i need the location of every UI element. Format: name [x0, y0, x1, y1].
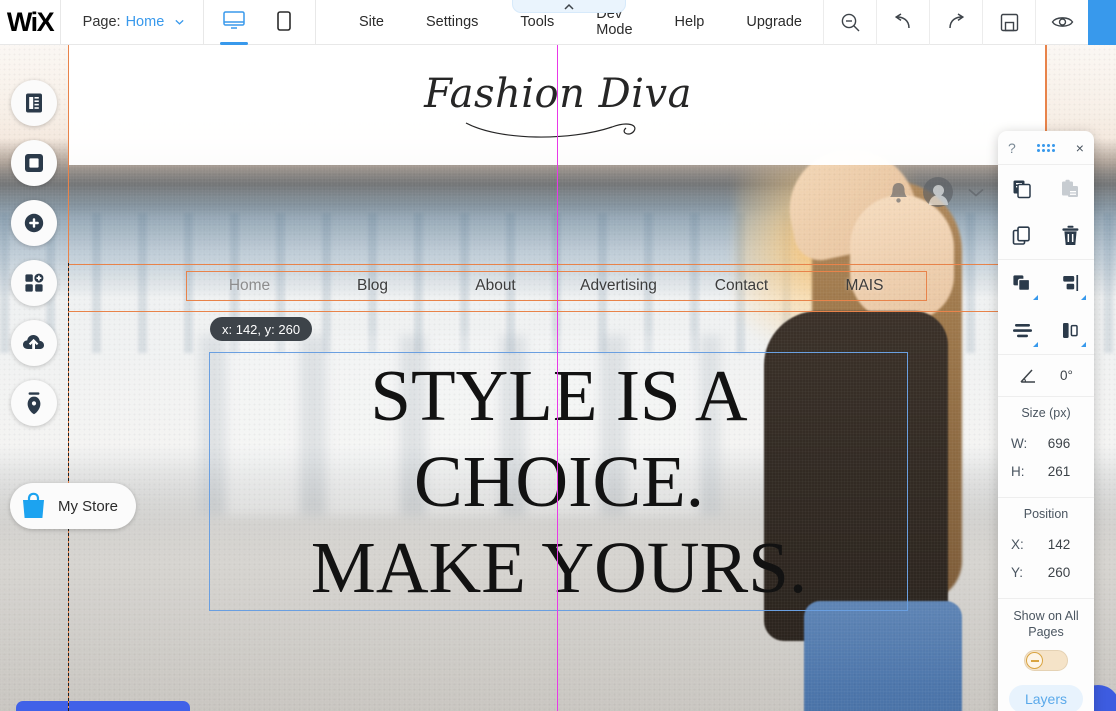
width-value[interactable]: 696 [1037, 436, 1081, 451]
add-apps-button[interactable] [11, 260, 57, 306]
y-label: Y: [1011, 564, 1024, 580]
height-field[interactable]: H: 261 [998, 457, 1094, 485]
angle-value[interactable]: 0° [1060, 368, 1073, 383]
rotation-row[interactable]: 0° [998, 355, 1094, 397]
expand-corner-indicator [1033, 342, 1038, 347]
position-title: Position [1023, 507, 1069, 521]
help-button[interactable]: ? [1008, 140, 1016, 156]
add-elements-button[interactable] [11, 200, 57, 246]
my-store-button[interactable]: My Store [10, 483, 137, 529]
distribute-vertical-button[interactable] [998, 307, 1046, 354]
chevron-up-icon [564, 3, 574, 10]
panel-header: ? × [998, 131, 1094, 165]
chevron-down-icon [174, 17, 185, 28]
panel-action-grid-1 [998, 165, 1094, 260]
menu-help[interactable]: Help [654, 0, 726, 45]
wix-logo[interactable]: WiX [0, 0, 60, 45]
save-button[interactable] [982, 0, 1035, 45]
menu-upgrade[interactable]: Upgrade [725, 0, 823, 45]
x-value[interactable]: 142 [1037, 537, 1081, 552]
x-label: X: [1011, 536, 1024, 552]
element-toolbar-panel[interactable]: ? × 0° Size (px) W: 696 H: 261 Position … [998, 131, 1094, 711]
publish-button[interactable] [1088, 0, 1116, 45]
size-section: Size (px) W: 696 H: 261 [998, 397, 1094, 498]
wix-editor-window: WiX Page: Home Site Settings Tools Dev M… [0, 0, 1116, 711]
my-store-label: My Store [58, 497, 119, 515]
toggle-knob [1026, 652, 1043, 669]
zoom-out-button[interactable] [823, 0, 876, 45]
undo-button[interactable] [876, 0, 929, 45]
angle-icon [1019, 367, 1038, 384]
preview-button[interactable] [1035, 0, 1088, 45]
trash-icon [1061, 225, 1078, 245]
menu-settings[interactable]: Settings [405, 0, 499, 45]
page-selector-value: Home [125, 14, 165, 30]
shopping-bag-icon [19, 491, 48, 521]
duplicate-icon [1012, 225, 1030, 245]
width-field[interactable]: W: 696 [998, 429, 1094, 457]
panel-action-grid-2 [998, 260, 1094, 355]
menus-pages-button[interactable] [11, 80, 57, 126]
distribute-horizontal-button[interactable] [1046, 307, 1094, 354]
show-on-all-pages-label: Show on All Pages [1013, 609, 1079, 639]
pages-icon [26, 93, 42, 113]
duplicate-button[interactable] [998, 212, 1046, 259]
page-selector[interactable]: Page: Home [61, 0, 203, 45]
y-field[interactable]: Y: 260 [998, 558, 1094, 586]
editor-stage[interactable]: Fashion Diva Home Blog About Advertising… [0, 45, 1116, 711]
collapse-toolbar-tab[interactable] [512, 0, 626, 13]
apps-grid-icon [25, 273, 44, 292]
expand-corner-indicator [1033, 295, 1038, 300]
page-selector-label: Page: [82, 14, 121, 30]
my-uploads-button[interactable] [11, 320, 57, 366]
paste-icon [1062, 179, 1078, 197]
drag-dots-icon[interactable] [1036, 143, 1055, 152]
paste-button[interactable] [1046, 165, 1094, 212]
pen-nib-icon [27, 392, 41, 415]
align-icon [1062, 275, 1078, 291]
size-title: Size (px) [1021, 406, 1071, 420]
align-button[interactable] [1046, 260, 1094, 307]
y-value[interactable]: 260 [1037, 565, 1081, 580]
device-toggle-group [203, 0, 315, 45]
left-sidebar [11, 80, 57, 426]
close-icon[interactable]: × [1076, 141, 1084, 155]
background-button[interactable] [11, 140, 57, 186]
element-selection-box[interactable] [209, 352, 908, 611]
mobile-view-button[interactable] [267, 0, 301, 45]
arrange-layers-icon [1012, 275, 1030, 292]
width-label: W: [1011, 435, 1028, 451]
photo-model-jeans [804, 601, 962, 711]
redo-button[interactable] [929, 0, 982, 45]
cloud-upload-icon [23, 335, 44, 351]
show-on-all-pages-toggle-wrap [998, 650, 1094, 671]
show-on-all-pages-section: Show on All Pages Layers [998, 599, 1094, 711]
coordinate-tooltip: x: 142, y: 260 [210, 317, 313, 341]
position-section: Position X: 142 Y: 260 [998, 498, 1094, 599]
editor-tool-buttons [823, 0, 1116, 45]
show-on-all-pages-toggle[interactable] [1024, 650, 1068, 671]
center-guide-line [557, 45, 558, 711]
active-indicator [220, 41, 249, 45]
arrange-button[interactable] [998, 260, 1046, 307]
desktop-view-button[interactable] [217, 0, 251, 45]
plus-icon [24, 213, 44, 233]
x-field[interactable]: X: 142 [998, 530, 1094, 558]
copy-icon [1013, 180, 1031, 198]
copy-button[interactable] [998, 165, 1046, 212]
editor-top-bar: WiX Page: Home Site Settings Tools Dev M… [0, 0, 1116, 45]
expand-corner-indicator [1081, 342, 1086, 347]
distribute-vertical-icon [1012, 324, 1032, 338]
delete-button[interactable] [1046, 212, 1094, 259]
distribute-horizontal-icon [1062, 323, 1078, 338]
start-blogging-button[interactable] [11, 380, 57, 426]
background-icon [25, 154, 43, 172]
height-label: H: [1011, 463, 1025, 479]
advertise-with-us-button[interactable]: Advertise with us [16, 701, 190, 711]
menu-site[interactable]: Site [338, 0, 405, 45]
divider [315, 0, 317, 45]
layers-button[interactable]: Layers [1009, 685, 1083, 711]
expand-corner-indicator [1081, 295, 1086, 300]
height-value[interactable]: 261 [1037, 464, 1081, 479]
